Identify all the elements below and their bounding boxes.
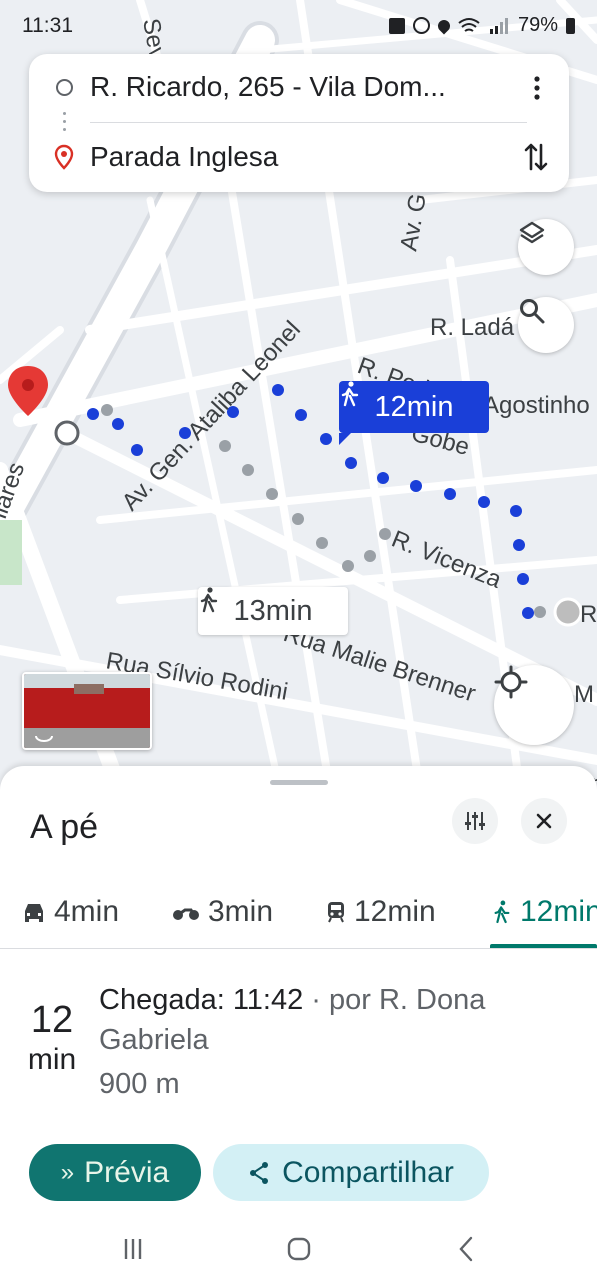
location-icon (435, 17, 453, 34)
sheet-title: A pé (30, 808, 99, 846)
share-label: Compartilhar (282, 1155, 454, 1189)
layers-icon (519, 221, 545, 244)
share-button[interactable]: Compartilhar (213, 1144, 489, 1201)
close-icon (536, 813, 552, 829)
route-distance: 900 m (99, 1068, 180, 1100)
preview-button[interactable]: » Prévia (29, 1144, 201, 1201)
origin-text: R. Ricardo, 265 - Vila Dom... (90, 71, 446, 102)
active-tab-indicator (490, 944, 597, 948)
tab-transit[interactable]: 12min (326, 876, 436, 948)
eta-text: 13min (233, 594, 313, 627)
home-icon[interactable] (284, 1234, 314, 1264)
swap-icon[interactable] (523, 141, 549, 173)
duration-unit: min (27, 1043, 77, 1076)
signal-icon (489, 17, 508, 34)
battery-percent: 79% (517, 14, 558, 36)
search-icon (520, 299, 545, 324)
status-time: 11:31 (22, 14, 73, 37)
route-eta-label[interactable]: 12min (339, 381, 489, 445)
tab-driving[interactable]: 4min (22, 876, 119, 948)
more-options-icon[interactable] (529, 74, 545, 102)
recent-apps-icon[interactable] (118, 1234, 148, 1264)
system-navigation-bar (0, 1222, 597, 1280)
eta-text: 12min (374, 390, 454, 423)
divider (90, 122, 527, 123)
destination-text: Parada Inglesa (90, 141, 279, 172)
alt-route-eta-label[interactable]: 13min (198, 587, 348, 635)
motorcycle-icon (173, 908, 199, 920)
destination-pin-icon (54, 144, 74, 170)
duration-number: 12 (30, 999, 74, 1041)
route-options-button[interactable] (452, 798, 498, 844)
back-icon[interactable] (452, 1234, 482, 1264)
tab-label: 4min (54, 895, 120, 928)
bottom-sheet: A pé 4min 3min 12min 12min 12 min Chegad… (0, 766, 597, 1280)
origin-circle-icon (56, 79, 73, 96)
destination-field[interactable]: Parada Inglesa (29, 124, 569, 192)
origin-marker-icon[interactable] (54, 420, 80, 446)
tab-label: 12min (520, 895, 597, 928)
my-location-button[interactable] (494, 665, 574, 745)
tab-motorcycle[interactable]: 3min (172, 876, 273, 948)
transit-icon (328, 902, 344, 923)
tune-icon (465, 812, 485, 830)
arrival-time: Chegada: 11:42 (99, 984, 304, 1016)
directions-card: R. Ricardo, 265 - Vila Dom... Parada Ing… (29, 54, 569, 192)
tab-label: 3min (208, 895, 274, 928)
street-label: Av. G (395, 191, 432, 253)
crosshair-icon (494, 665, 528, 699)
double-chevron-icon: » (60, 1158, 75, 1186)
preview-label: Prévia (84, 1155, 170, 1189)
travel-mode-tabs: 4min 3min 12min 12min (0, 876, 597, 949)
share-icon (250, 1161, 269, 1184)
duration-block: 12 min (22, 998, 82, 1078)
battery-icon (566, 17, 575, 34)
wifi-icon (458, 17, 480, 32)
street-view-thumbnail[interactable] (22, 672, 152, 750)
route-end-marker-icon[interactable] (553, 597, 583, 627)
route-summary[interactable]: Chegada: 11:42 · por R. Dona Gabriela (99, 980, 559, 1060)
notification-icon (388, 17, 405, 34)
layers-button[interactable] (518, 219, 574, 275)
street-label: R. Ladá (430, 314, 515, 341)
street-label: M (574, 681, 594, 708)
tab-walking[interactable]: 12min (492, 876, 597, 948)
walk-icon (494, 900, 510, 924)
alarm-icon (412, 17, 430, 34)
car-icon (25, 904, 43, 922)
street-label: Agostinho (483, 392, 590, 419)
walk-icon (341, 381, 359, 407)
walk-icon (200, 587, 218, 613)
status-bar: 11:31 79% (0, 0, 597, 52)
origin-field[interactable]: R. Ricardo, 265 - Vila Dom... (29, 54, 569, 122)
street-label: R. (580, 601, 597, 628)
close-button[interactable] (521, 798, 567, 844)
search-along-route-button[interactable] (518, 297, 574, 353)
tab-label: 12min (354, 895, 436, 928)
drag-handle[interactable] (270, 780, 328, 785)
